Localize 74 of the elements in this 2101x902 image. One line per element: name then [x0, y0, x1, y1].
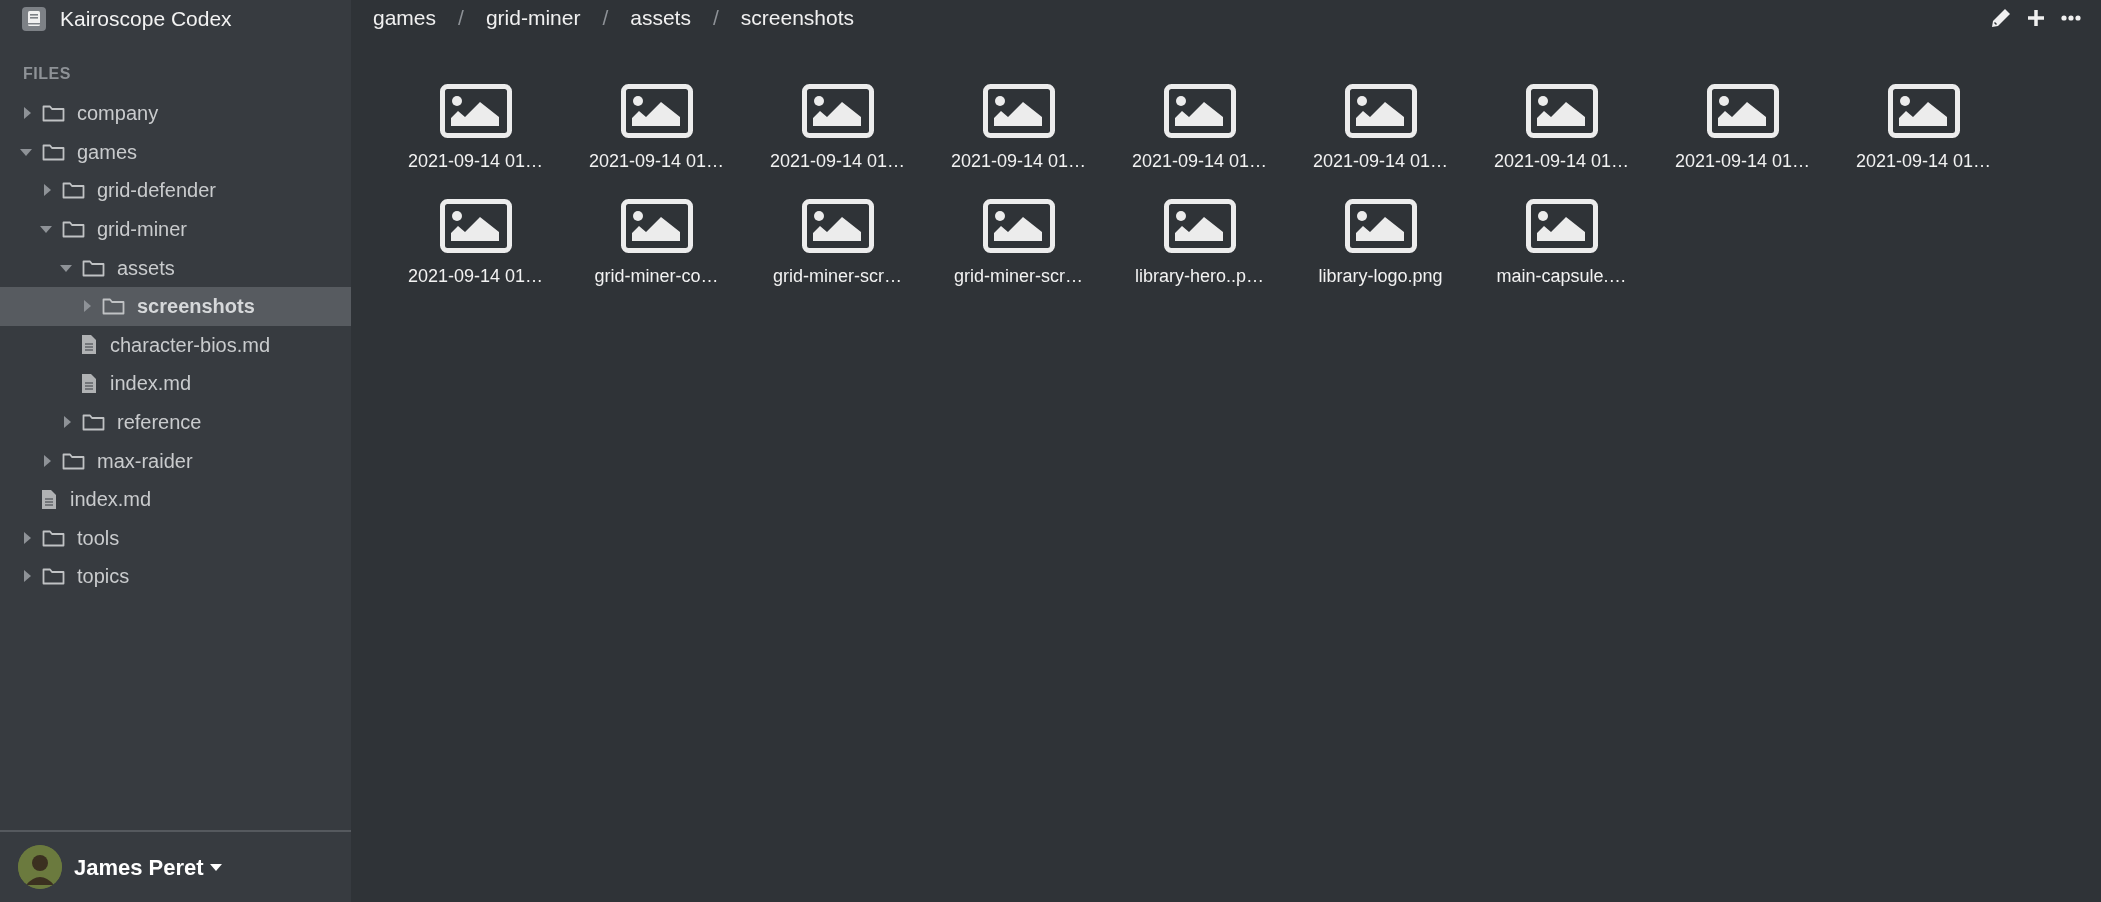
- breadcrumb-link[interactable]: assets: [630, 2, 691, 34]
- image-file-icon[interactable]: [1344, 84, 1417, 138]
- more-icon[interactable]: [2061, 15, 2081, 21]
- breadcrumb-link[interactable]: grid-miner: [485, 2, 581, 34]
- image-file-icon[interactable]: [801, 199, 874, 253]
- image-file-icon[interactable]: [439, 84, 512, 138]
- folder-item[interactable]: assets: [0, 248, 351, 287]
- edit-icon[interactable]: [1991, 8, 2011, 28]
- folder-item[interactable]: company: [0, 94, 351, 133]
- folder-icon: [42, 528, 65, 547]
- breadcrumb-link[interactable]: screenshots: [740, 2, 855, 34]
- file-name[interactable]: library-logo.png: [1318, 263, 1443, 290]
- user-name[interactable]: James Peret: [74, 850, 204, 884]
- image-file-icon[interactable]: [1525, 84, 1598, 138]
- breadcrumb-link[interactable]: games: [373, 2, 437, 34]
- file-icon: [42, 489, 56, 509]
- folder-icon: [82, 258, 105, 277]
- image-file-icon[interactable]: [1887, 84, 1960, 138]
- file-name[interactable]: 2021-09-14 01…: [769, 148, 906, 175]
- image-file-icon[interactable]: [801, 84, 874, 138]
- file-name[interactable]: 2021-09-14 01…: [407, 263, 544, 290]
- file-name[interactable]: 2021-09-14 01…: [407, 148, 544, 175]
- folder-icon: [62, 181, 85, 200]
- file-name[interactable]: library-hero..p…: [1134, 263, 1264, 290]
- file-name[interactable]: grid-miner-scr…: [954, 263, 1083, 290]
- folder-item[interactable]: grid-miner: [0, 209, 351, 249]
- app-title: Kairoscope Codex: [60, 6, 232, 33]
- image-file-icon[interactable]: [1163, 84, 1236, 138]
- file-item[interactable]: character-bios.md: [0, 325, 351, 365]
- file-name[interactable]: 2021-09-14 01…: [1131, 148, 1268, 175]
- breadcrumb-separator: /: [457, 5, 465, 32]
- file-item[interactable]: index.md: [0, 479, 351, 519]
- file-name[interactable]: 2021-09-14 01…: [588, 148, 725, 175]
- file-icon: [82, 335, 96, 355]
- book-icon: [22, 7, 46, 31]
- folder-icon: [42, 142, 65, 161]
- file-name[interactable]: 2021-09-14 01…: [1855, 148, 1992, 175]
- folder-icon: [62, 451, 85, 470]
- image-file-icon[interactable]: [1163, 199, 1236, 253]
- breadcrumb-separator: /: [711, 5, 720, 32]
- image-file-icon[interactable]: [620, 199, 693, 253]
- image-file-icon[interactable]: [1525, 199, 1598, 253]
- section-label: FILES: [22, 64, 72, 84]
- file-item[interactable]: index.md: [0, 364, 351, 403]
- folder-item[interactable]: grid-defender: [0, 171, 351, 210]
- image-file-icon[interactable]: [1344, 199, 1417, 253]
- folder-icon: [82, 413, 105, 432]
- image-file-icon[interactable]: [439, 199, 512, 253]
- add-icon[interactable]: [2027, 9, 2045, 27]
- folder-item[interactable]: games: [0, 132, 351, 172]
- folder-item[interactable]: max-raider: [0, 441, 351, 480]
- file-icon: [82, 373, 96, 393]
- file-name[interactable]: 2021-09-14 01…: [1674, 148, 1811, 175]
- folder-icon: [62, 220, 85, 239]
- file-name[interactable]: main-capsule.…: [1496, 263, 1627, 290]
- file-name[interactable]: grid-miner-co…: [594, 263, 719, 290]
- folder-icon: [42, 104, 65, 123]
- file-name[interactable]: 2021-09-14 01…: [1493, 148, 1630, 175]
- file-name[interactable]: grid-miner-scr…: [773, 263, 902, 290]
- image-file-icon[interactable]: [620, 84, 693, 138]
- folder-item[interactable]: reference: [0, 402, 351, 442]
- folder-item[interactable]: tools: [0, 518, 351, 558]
- avatar[interactable]: [18, 845, 62, 889]
- image-file-icon[interactable]: [982, 84, 1055, 138]
- folder-item[interactable]: topics: [0, 557, 351, 596]
- caret-icon[interactable]: [209, 863, 222, 871]
- file-name[interactable]: 2021-09-14 01…: [950, 148, 1087, 175]
- image-file-icon[interactable]: [1706, 84, 1779, 138]
- image-file-icon[interactable]: [982, 199, 1055, 253]
- breadcrumb-separator: /: [601, 5, 610, 32]
- folder-icon: [102, 297, 125, 316]
- folder-icon: [42, 567, 65, 586]
- file-name[interactable]: 2021-09-14 01…: [1312, 148, 1449, 175]
- folder-item[interactable]: screenshots: [0, 286, 351, 326]
